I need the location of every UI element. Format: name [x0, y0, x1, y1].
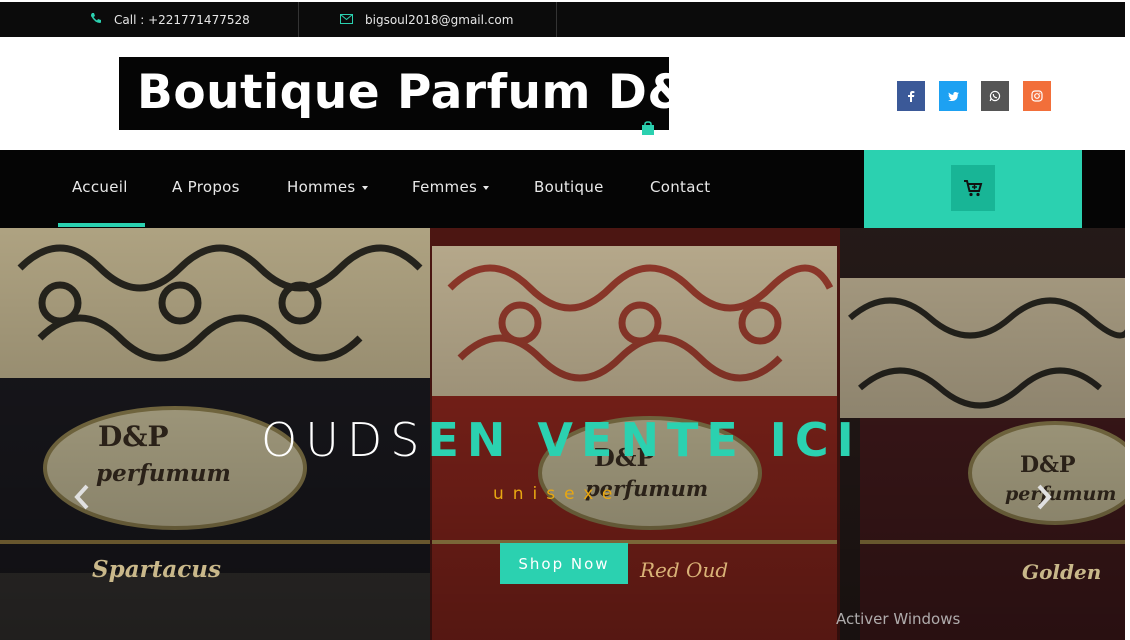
- windows-activation-watermark: Activer Windows: [836, 610, 961, 628]
- box-name-right: Golden: [1022, 560, 1102, 584]
- hero-slider: D&P perfumum D&P perfumum D&P perfumum S…: [0, 228, 1130, 640]
- facebook-icon[interactable]: [897, 81, 925, 111]
- phone-icon: [90, 12, 102, 27]
- headline-thin: OUDS: [261, 413, 428, 467]
- box-perfumum-left: perfumum: [96, 460, 231, 487]
- nav-item-a-propos[interactable]: A Propos: [172, 178, 240, 196]
- cart-button[interactable]: [951, 165, 995, 211]
- nav-item-boutique[interactable]: Boutique: [534, 178, 604, 196]
- topbar-divider: [298, 2, 299, 37]
- phone-text: Call : +221771477528: [114, 12, 250, 27]
- nav-item-contact[interactable]: Contact: [650, 178, 710, 196]
- contact-email[interactable]: bigsoul2018@gmail.com: [340, 2, 513, 37]
- nav-label: Hommes: [287, 178, 356, 196]
- box-name-left: Spartacus: [92, 556, 221, 583]
- box-brand-left: D&P: [98, 420, 169, 453]
- nav-item-femmes[interactable]: Femmes: [412, 178, 490, 196]
- chevron-right-icon[interactable]: [1034, 480, 1054, 520]
- email-text: bigsoul2018@gmail.com: [365, 12, 514, 27]
- box-perfumum-right: perfumum: [1005, 483, 1117, 505]
- shop-now-button[interactable]: Shop Now: [500, 543, 628, 584]
- nav-label: Femmes: [412, 178, 478, 196]
- active-indicator: [58, 223, 145, 227]
- logo-text: Boutique Parfum D&P: [137, 65, 724, 120]
- chevron-left-icon[interactable]: [72, 480, 92, 520]
- whatsapp-icon[interactable]: [981, 81, 1009, 111]
- box-brand-right: D&P: [1020, 452, 1076, 478]
- hero-subtitle: unisexe: [493, 484, 622, 504]
- hero-headline: OUDSEN VENTE ICI: [261, 413, 862, 467]
- site-header: Boutique Parfum D&P: [0, 37, 1130, 150]
- twitter-icon[interactable]: [939, 81, 967, 111]
- site-logo[interactable]: Boutique Parfum D&P: [119, 57, 723, 135]
- top-bar: Call : +221771477528 bigsoul2018@gmail.c…: [0, 0, 1130, 37]
- contact-phone[interactable]: Call : +221771477528: [90, 2, 250, 37]
- page-edge: [1125, 0, 1130, 640]
- nav-label: Boutique: [534, 178, 604, 196]
- headline-bold: EN VENTE ICI: [427, 413, 862, 467]
- caret-down-icon: [361, 185, 368, 190]
- main-nav: Accueil A Propos Hommes Femmes Boutique …: [0, 150, 1130, 228]
- instagram-icon[interactable]: [1023, 81, 1051, 111]
- cart-panel: [864, 150, 1082, 228]
- shopping-bag-icon: [642, 121, 654, 135]
- nav-label: Accueil: [72, 178, 128, 196]
- nav-label: A Propos: [172, 178, 240, 196]
- nav-item-accueil[interactable]: Accueil: [72, 178, 128, 196]
- cart-icon: [964, 180, 983, 197]
- nav-label: Contact: [650, 178, 711, 196]
- nav-item-hommes[interactable]: Hommes: [287, 178, 368, 196]
- topbar-divider: [556, 2, 557, 37]
- envelope-icon: [340, 13, 353, 27]
- box-name-mid: Red Oud: [640, 558, 729, 582]
- caret-down-icon: [483, 185, 490, 190]
